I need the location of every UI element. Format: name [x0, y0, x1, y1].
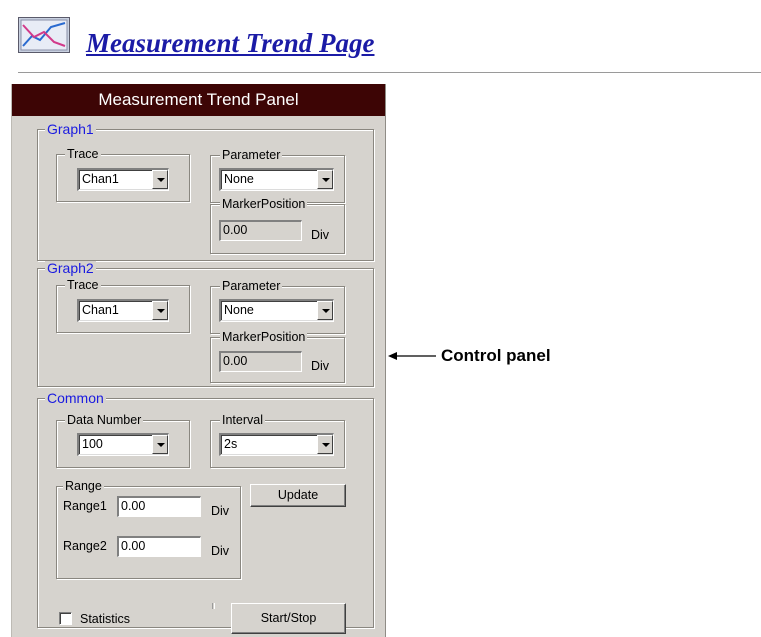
update-button[interactable]: Update — [250, 484, 346, 507]
separator-tick — [214, 603, 215, 609]
graph1-parameter-select[interactable]: None — [219, 168, 334, 191]
graph2-trace-select[interactable]: Chan1 — [77, 299, 169, 322]
data-number-label: Data Number — [65, 413, 144, 427]
interval-value: 2s — [224, 437, 238, 451]
graph1-trace-label: Trace — [65, 147, 101, 161]
range1-unit: Div — [211, 504, 230, 518]
statistics-label: Statistics — [80, 612, 131, 626]
chevron-down-icon[interactable] — [152, 301, 168, 320]
chevron-down-icon[interactable] — [152, 170, 168, 189]
graph1-parameter-label: Parameter — [220, 148, 283, 162]
graph1-trace-value: Chan1 — [82, 172, 119, 186]
graph2-marker-position-field[interactable]: 0.00 — [219, 351, 302, 372]
graph1-marker-label: MarkerPosition — [220, 197, 308, 211]
data-number-select[interactable]: 100 — [77, 433, 169, 456]
graph1-parameter-value: None — [224, 172, 254, 186]
common-label: Common — [45, 390, 106, 406]
graph1-trace-select[interactable]: Chan1 — [77, 168, 169, 191]
page-title: Measurement Trend Page — [86, 28, 375, 58]
graph2-parameter-value: None — [224, 303, 254, 317]
interval-select[interactable]: 2s — [219, 433, 334, 456]
range1-label: Range1 — [63, 499, 107, 513]
separator-tick — [212, 603, 213, 609]
graph2-trace-label: Trace — [65, 278, 101, 292]
range2-unit: Div — [211, 544, 230, 558]
callout-arrow-icon — [388, 349, 436, 361]
range1-input[interactable]: 0.00 — [117, 496, 201, 517]
range2-input[interactable]: 0.00 — [117, 536, 201, 557]
graph2-label: Graph2 — [45, 260, 96, 276]
panel-title: Measurement Trend Panel — [98, 90, 299, 109]
statistics-checkbox[interactable] — [59, 612, 72, 625]
start-stop-button[interactable]: Start/Stop — [231, 603, 346, 634]
graph2-parameter-label: Parameter — [220, 279, 283, 293]
range2-label: Range2 — [63, 539, 107, 553]
callout-label: Control panel — [441, 346, 551, 365]
range-label: Range — [63, 479, 104, 493]
graph1-marker-position-field[interactable]: 0.00 — [219, 220, 302, 241]
graph1-label: Graph1 — [45, 121, 96, 137]
header-divider — [18, 72, 761, 73]
chevron-down-icon[interactable] — [317, 301, 333, 320]
interval-label: Interval — [220, 413, 265, 427]
trend-chart-icon — [18, 17, 70, 53]
graph1-marker-unit: Div — [311, 228, 330, 242]
graph2-parameter-select[interactable]: None — [219, 299, 334, 322]
graph2-trace-value: Chan1 — [82, 303, 119, 317]
chevron-down-icon[interactable] — [317, 170, 333, 189]
graph2-marker-label: MarkerPosition — [220, 330, 308, 344]
chevron-down-icon[interactable] — [152, 435, 168, 454]
chevron-down-icon[interactable] — [317, 435, 333, 454]
graph2-marker-unit: Div — [311, 359, 330, 373]
data-number-value: 100 — [82, 437, 103, 451]
